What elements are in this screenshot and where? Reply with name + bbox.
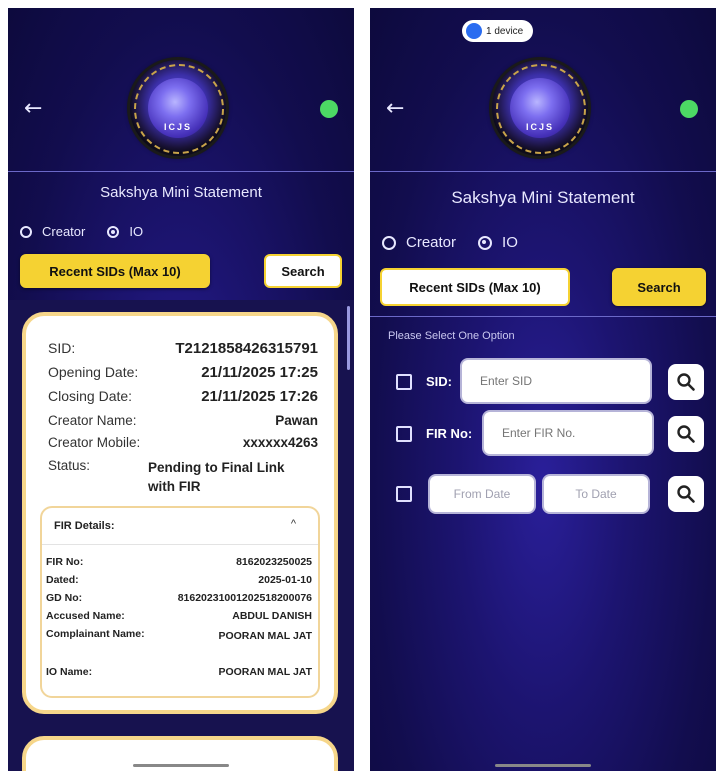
app-header: ← ICJS: [8, 8, 354, 172]
home-indicator[interactable]: [133, 764, 229, 767]
complainant-name-value: POORAN MAL JAT: [218, 630, 312, 642]
date-search-button[interactable]: [668, 476, 704, 512]
dated-label: Dated:: [46, 574, 79, 586]
radio-creator[interactable]: [20, 225, 32, 238]
left-screen: ← ICJS Sakshya Mini Statement Creator IO…: [8, 8, 354, 771]
search-icon: [677, 373, 695, 391]
role-radio-group: Creator IO: [20, 224, 165, 239]
fir-no-value: 8162023250025: [236, 556, 312, 568]
radio-io[interactable]: [107, 225, 120, 238]
search-icon: [677, 425, 695, 443]
from-date-field[interactable]: From Date: [428, 474, 536, 514]
status-badge: Pending to Final Link with FIR: [148, 460, 285, 494]
recent-sids-button[interactable]: Recent SIDs (Max 10): [20, 254, 210, 288]
back-arrow-icon[interactable]: ←: [386, 96, 404, 121]
status-online-icon: [680, 100, 698, 118]
fir-checkbox[interactable]: [396, 426, 412, 442]
search-icon: [677, 485, 695, 503]
creator-name-label: Creator Name:: [48, 413, 137, 428]
gd-no-value: 81620231001202518200076: [177, 592, 312, 604]
back-arrow-icon[interactable]: ←: [24, 96, 42, 121]
dated-value: 2025-01-10: [258, 574, 312, 586]
page-title: Sakshya Mini Statement: [451, 188, 635, 207]
fir-details-panel: FIR Details: ^ FIR No: 8162023250025 Dat…: [40, 506, 320, 698]
sid-label: SID:: [48, 340, 76, 356]
radio-creator-label: Creator: [42, 224, 86, 239]
role-radio-group: Creator IO: [382, 234, 540, 251]
status-online-icon: [320, 100, 338, 118]
complainant-name-label: Complainant Name:: [46, 628, 145, 640]
sid-value: T2121858426315791: [175, 340, 318, 357]
creator-mobile-value: xxxxxx4263: [242, 435, 318, 450]
search-button[interactable]: Search: [612, 268, 706, 306]
accused-name-label: Accused Name:: [46, 610, 125, 622]
closing-date-label: Closing Date:: [48, 388, 133, 404]
to-date-field[interactable]: To Date: [542, 474, 650, 514]
sid-card[interactable]: SID: T2121858426315791 Opening Date: 21/…: [22, 312, 338, 714]
fir-no-label: FIR No:: [46, 556, 84, 568]
fir-search-button[interactable]: [668, 416, 704, 452]
right-screen: 1 device ← ICJS Sakshya Mini Statement C…: [370, 8, 716, 771]
recent-sids-button[interactable]: Recent SIDs (Max 10): [380, 268, 570, 306]
creator-name-value: Pawan: [275, 413, 318, 428]
status-label: Status:: [48, 458, 91, 473]
radio-io[interactable]: [478, 235, 493, 250]
app-header: ← ICJS: [370, 8, 716, 172]
scrollbar[interactable]: [347, 306, 350, 370]
sid-search-button[interactable]: [668, 364, 704, 400]
hint-text: Please Select One Option: [388, 330, 515, 342]
app-logo: ICJS: [492, 60, 588, 156]
sid-list[interactable]: SID: T2121858426315791 Opening Date: 21/…: [8, 300, 354, 771]
gd-no-label: GD No:: [46, 592, 83, 604]
radio-io-label: IO: [129, 224, 144, 239]
radio-io-label: IO: [502, 234, 518, 251]
closing-date-value: 21/11/2025 17:26: [201, 388, 318, 405]
date-checkbox[interactable]: [396, 486, 412, 502]
accused-name-value: ABDUL DANISH: [232, 610, 312, 622]
sid-field-label: SID:: [426, 374, 452, 389]
io-name-value: POORAN MAL JAT: [218, 666, 312, 678]
app-logo: ICJS: [130, 60, 226, 156]
creator-mobile-label: Creator Mobile:: [48, 435, 141, 450]
search-button[interactable]: Search: [264, 254, 342, 288]
fir-field-label: FIR No:: [426, 426, 473, 441]
fir-details-heading: FIR Details:: [54, 520, 115, 532]
io-name-label: IO Name:: [46, 666, 93, 678]
opening-date-label: Opening Date:: [48, 364, 139, 380]
page-title: Sakshya Mini Statement: [100, 184, 262, 201]
radio-creator[interactable]: [382, 235, 396, 250]
home-indicator[interactable]: [495, 764, 591, 767]
sid-input[interactable]: [460, 358, 652, 404]
chevron-up-icon[interactable]: ^: [291, 518, 296, 530]
fir-no-input[interactable]: [482, 410, 654, 456]
sid-checkbox[interactable]: [396, 374, 412, 390]
radio-creator-label: Creator: [406, 234, 457, 251]
opening-date-value: 21/11/2025 17:25: [201, 364, 318, 381]
